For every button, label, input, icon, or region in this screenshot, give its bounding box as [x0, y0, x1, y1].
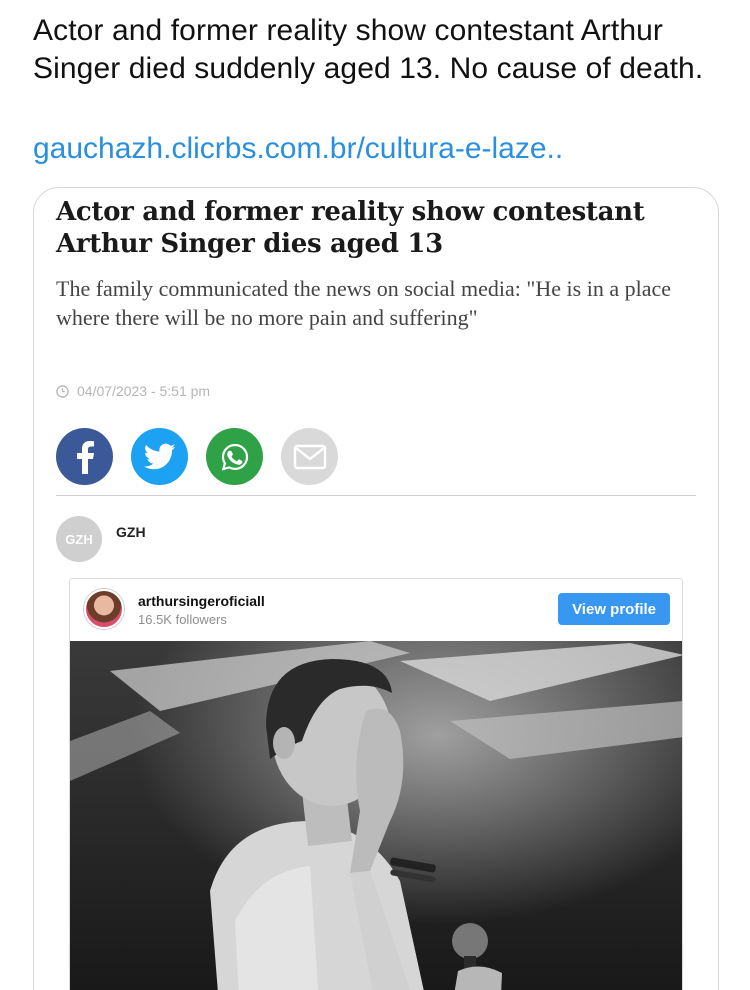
concert-photo-image — [70, 641, 682, 990]
article-date: 04/07/2023 - 5:51 pm — [56, 383, 210, 399]
source-name: GZH — [116, 524, 146, 540]
instagram-photo[interactable] — [70, 641, 682, 990]
instagram-header: arthursingeroficiall 16.5K followers Vie… — [70, 579, 682, 641]
facebook-share-button[interactable] — [56, 428, 113, 485]
link-preview-card[interactable]: Actor and former reality show contestant… — [33, 187, 719, 990]
gzh-logo: GZH — [56, 516, 102, 562]
facebook-icon — [76, 440, 94, 474]
twitter-icon — [143, 443, 175, 469]
share-buttons — [56, 428, 338, 485]
date-text: 04/07/2023 - 5:51 pm — [77, 383, 211, 399]
instagram-embed[interactable]: arthursingeroficiall 16.5K followers Vie… — [69, 578, 683, 990]
avatar[interactable] — [84, 589, 124, 629]
mail-icon — [293, 444, 326, 469]
email-share-button[interactable] — [281, 428, 338, 485]
divider — [56, 495, 696, 496]
post-text: Actor and former reality show contestant… — [33, 14, 704, 85]
whatsapp-share-button[interactable] — [206, 428, 263, 485]
instagram-username[interactable]: arthursingeroficiall — [138, 593, 265, 609]
view-profile-button[interactable]: View profile — [558, 593, 670, 625]
twitter-share-button[interactable] — [131, 428, 188, 485]
post-link[interactable]: gauchazh.clicrbs.com.br/cultura-e-laze.. — [33, 130, 563, 168]
instagram-followers: 16.5K followers — [138, 612, 227, 627]
article-title: Actor and former reality show contestant… — [56, 197, 645, 259]
source-row: GZH GZH — [56, 516, 146, 562]
article-subtitle: The family communicated the news on soci… — [56, 276, 672, 330]
clock-icon — [56, 384, 69, 398]
whatsapp-icon — [221, 443, 248, 471]
